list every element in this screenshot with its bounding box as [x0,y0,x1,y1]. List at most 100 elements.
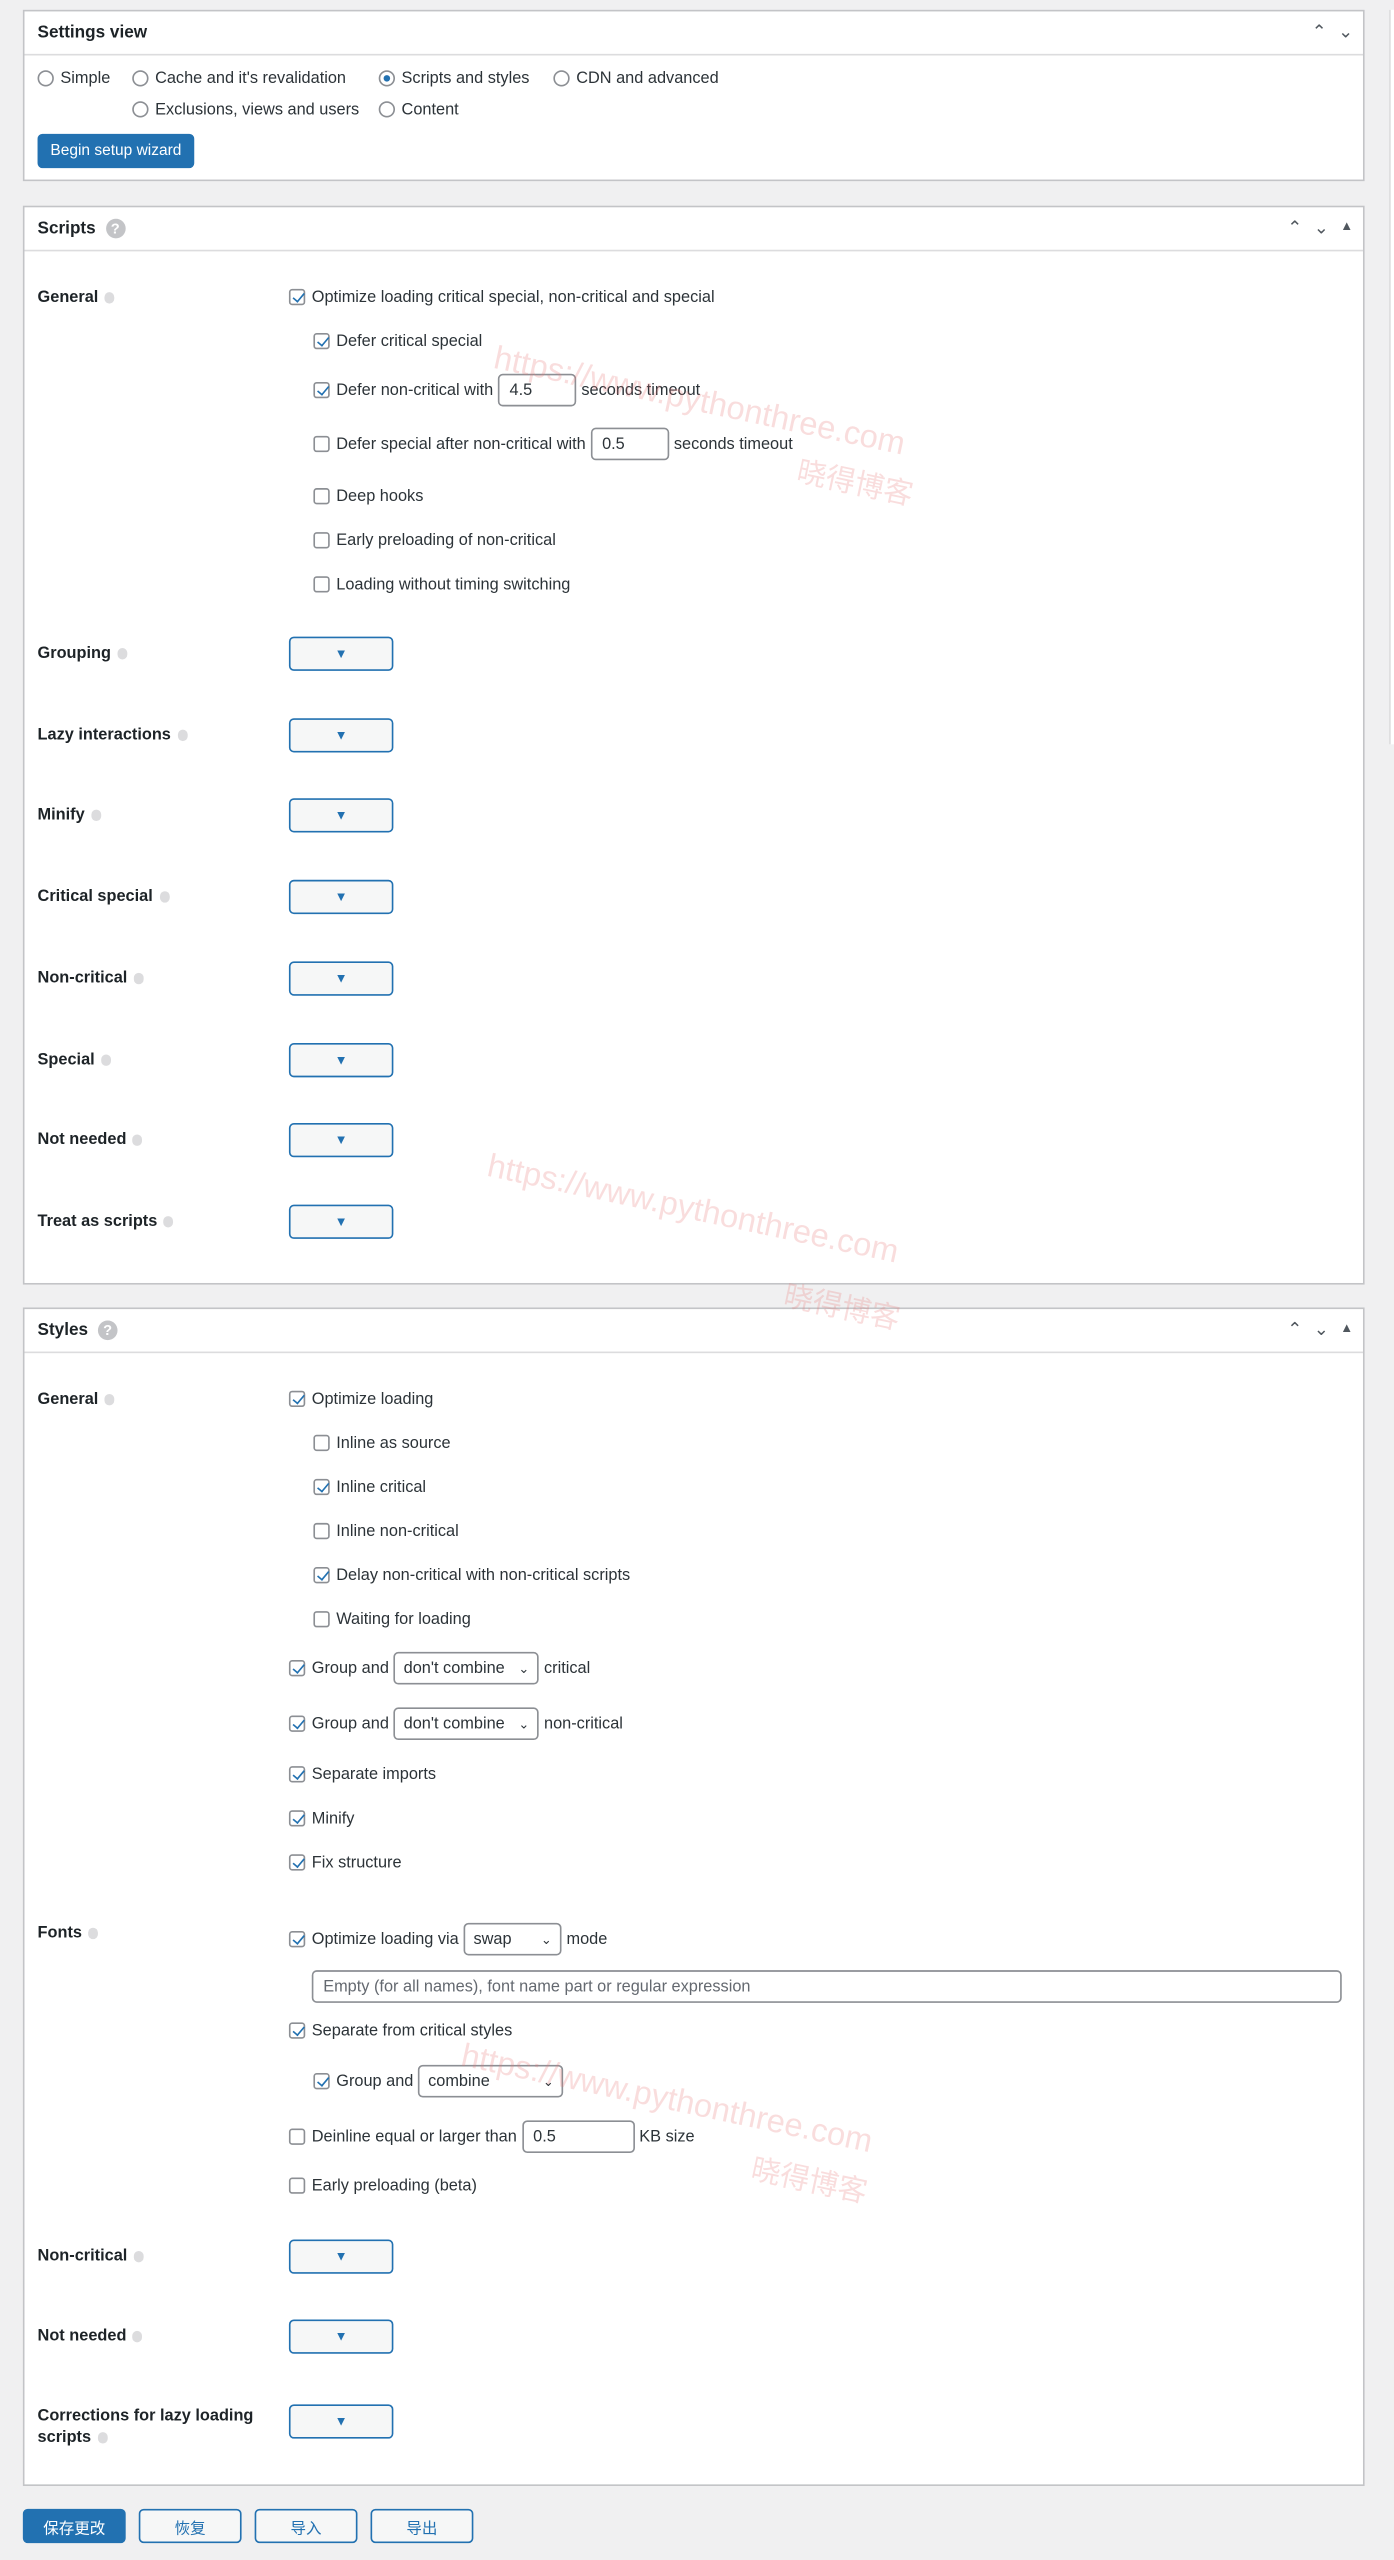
move-up-icon[interactable]: ⌃ [1312,21,1327,43]
help-icon[interactable] [132,2330,143,2343]
checkbox-optimize-loading[interactable]: Optimize loading critical special, non-c… [288,279,715,315]
checkbox-fonts-early-preloading[interactable]: Early preloading (beta) [288,2168,477,2204]
help-icon[interactable]: ? [97,1320,118,1341]
treat-as-scripts-dropdown[interactable]: ▼ [288,1204,394,1239]
checkbox-icon[interactable] [313,1567,330,1584]
font-display-mode-select[interactable]: swap ⌄ [463,1922,562,1956]
minify-dropdown[interactable]: ▼ [288,798,394,833]
save-changes-button[interactable]: 保存更改 [22,2508,126,2544]
checkbox-icon[interactable] [313,1434,330,1452]
checkbox-deep-hooks[interactable]: Deep hooks [313,478,423,514]
collapse-icon[interactable]: ▲ [1340,217,1353,238]
font-names-input[interactable]: Empty (for all names), font name part or… [311,1970,1342,2003]
checkbox-icon[interactable] [288,1715,306,1732]
checkbox-defer-critical[interactable]: Defer critical special [313,323,482,359]
checkbox-icon[interactable] [288,2022,306,2039]
styles-non-critical-dropdown[interactable]: ▼ [288,2239,394,2274]
checkbox-icon[interactable] [313,435,330,453]
checkbox-icon[interactable] [288,1766,306,1783]
noncritical-timeout-input[interactable]: 4.5 [498,373,577,407]
checkbox-separate-imports[interactable]: Separate imports [288,1756,436,1792]
checkbox-icon[interactable] [288,1931,306,1948]
fonts-group-select[interactable]: combine ⌄ [418,2064,564,2098]
help-icon[interactable] [132,1134,143,1146]
radio-cdn[interactable]: CDN and advanced [553,60,719,96]
begin-setup-wizard-button[interactable]: Begin setup wizard [37,133,195,169]
checkbox-group-noncritical[interactable]: Group and don't combine ⌄ non-critical [288,1706,623,1742]
help-icon[interactable] [97,2431,108,2444]
checkbox-waiting-for-loading[interactable]: Waiting for loading [313,1601,471,1637]
checkbox-icon[interactable] [313,1611,330,1628]
radio-icon[interactable] [378,101,396,118]
checkbox-inline-source[interactable]: Inline as source [313,1425,451,1461]
help-icon[interactable] [101,1054,112,1066]
special-dropdown[interactable]: ▼ [288,1043,394,1078]
checkbox-icon[interactable] [313,1478,330,1496]
not-needed-dropdown[interactable]: ▼ [288,1123,394,1158]
radio-icon[interactable] [378,70,396,87]
corrections-lazy-dropdown[interactable]: ▼ [288,2404,394,2439]
checkbox-icon[interactable] [288,288,306,306]
import-button[interactable]: 导入 [254,2508,358,2544]
checkbox-icon[interactable] [288,1660,306,1677]
help-icon[interactable] [91,809,102,821]
help-icon[interactable] [177,729,188,741]
checkbox-defer-special[interactable]: Defer special after non-critical with 0.5… [313,426,793,462]
checkbox-deinline[interactable]: Deinline equal or larger than 0.5 KB size [288,2119,695,2155]
checkbox-loading-without-timing[interactable]: Loading without timing switching [313,566,570,602]
checkbox-icon[interactable] [313,532,330,549]
radio-simple[interactable]: Simple [37,60,110,96]
radio-icon[interactable] [132,101,149,118]
group-critical-select[interactable]: don't combine ⌄ [393,1651,540,1685]
checkbox-icon[interactable] [313,381,330,399]
radio-content[interactable]: Content [378,91,459,127]
checkbox-icon[interactable] [313,488,330,505]
help-icon[interactable] [104,291,115,304]
checkbox-icon[interactable] [288,1854,306,1871]
checkbox-icon[interactable] [313,332,330,350]
help-icon[interactable] [117,647,128,660]
move-down-icon[interactable]: ⌄ [1314,1319,1329,1341]
non-critical-dropdown[interactable]: ▼ [288,961,394,996]
checkbox-delay-noncritical[interactable]: Delay non-critical with non-critical scr… [313,1557,630,1593]
deinline-size-input[interactable]: 0.5 [521,2120,635,2154]
special-timeout-input[interactable]: 0.5 [590,427,669,461]
checkbox-icon[interactable] [288,2177,306,2194]
help-icon[interactable] [159,891,170,903]
radio-icon[interactable] [132,70,149,87]
checkbox-icon[interactable] [288,2128,306,2145]
checkbox-icon[interactable] [313,1522,330,1540]
help-icon[interactable]: ? [105,219,126,239]
help-icon[interactable] [133,2250,144,2263]
radio-icon[interactable] [37,70,54,87]
checkbox-fonts-group[interactable]: Group and combine ⌄ [313,2063,568,2099]
move-up-icon[interactable]: ⌃ [1287,217,1302,239]
help-icon[interactable] [104,1393,115,1406]
checkbox-group-critical[interactable]: Group and don't combine ⌄ critical [288,1650,590,1686]
export-button[interactable]: 导出 [370,2508,474,2544]
checkbox-inline-noncritical[interactable]: Inline non-critical [313,1513,459,1549]
move-down-icon[interactable]: ⌄ [1338,21,1353,43]
radio-icon[interactable] [553,70,570,87]
checkbox-icon[interactable] [313,576,330,593]
checkbox-fonts-separate[interactable]: Separate from critical styles [288,2013,512,2049]
checkbox-optimize-loading[interactable]: Optimize loading [288,1381,433,1417]
critical-special-dropdown[interactable]: ▼ [288,879,394,915]
checkbox-inline-critical[interactable]: Inline critical [313,1469,426,1505]
lazy-interactions-dropdown[interactable]: ▼ [288,718,394,753]
checkbox-icon[interactable] [288,1390,306,1408]
group-noncritical-select[interactable]: don't combine ⌄ [393,1707,540,1741]
radio-exclusions[interactable]: Exclusions, views and users [132,91,359,127]
restore-button[interactable]: 恢复 [138,2508,242,2544]
checkbox-fix-structure[interactable]: Fix structure [288,1844,402,1880]
styles-not-needed-dropdown[interactable]: ▼ [288,2319,394,2354]
checkbox-early-preloading[interactable]: Early preloading of non-critical [313,522,556,558]
checkbox-defer-noncritical[interactable]: Defer non-critical with 4.5 seconds timeou… [313,372,700,408]
help-icon[interactable] [88,1927,99,1939]
move-down-icon[interactable]: ⌄ [1314,217,1329,239]
checkbox-fonts-optimize[interactable]: Optimize loading via swap ⌄ mode [288,1921,607,1957]
help-icon[interactable] [163,1215,174,1228]
move-up-icon[interactable]: ⌃ [1287,1319,1302,1341]
help-icon[interactable] [133,972,144,985]
collapse-icon[interactable]: ▲ [1340,1319,1353,1340]
